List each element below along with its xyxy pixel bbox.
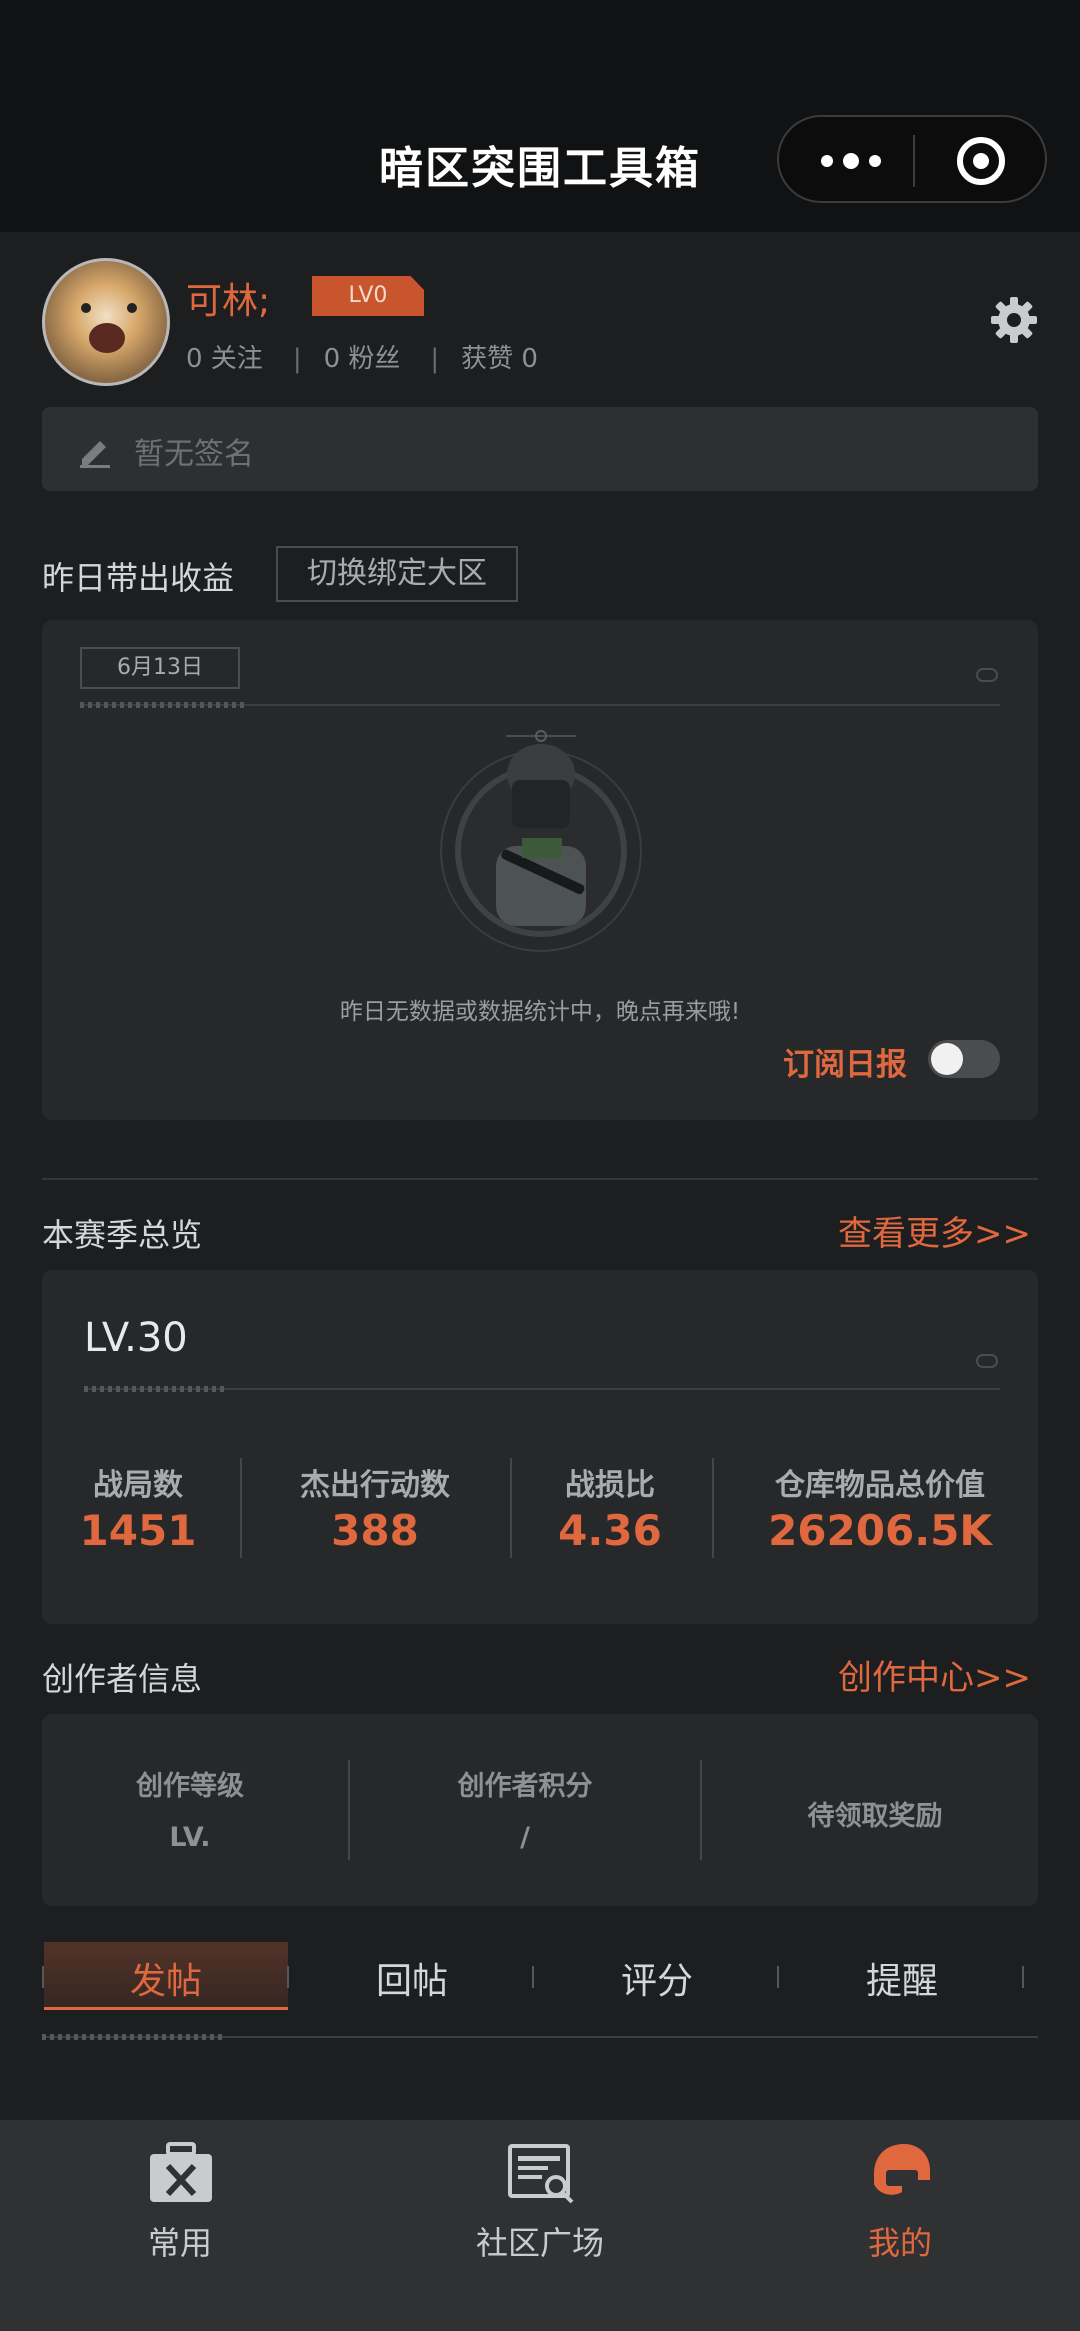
hatch-decoration	[42, 2034, 226, 2040]
stat-label-matches: 战局数	[93, 1468, 183, 1503]
tab-rating[interactable]: 评分	[535, 1952, 779, 2004]
avatar-mouth	[89, 323, 125, 353]
avatar-eye-left	[81, 303, 91, 313]
following-count[interactable]: 0 关注	[186, 344, 263, 374]
season-level: LV.30	[84, 1315, 188, 1361]
nav-label-community[interactable]: 社区广场	[410, 2218, 670, 2264]
subscribe-daily-label: 订阅日报	[783, 1047, 907, 1083]
decor-toggle-icon	[976, 668, 998, 682]
stat-value-kd: 4.36	[558, 1506, 662, 1555]
tab-post[interactable]: 发帖	[44, 1952, 288, 2004]
section-separator	[42, 1178, 1038, 1180]
fans-count[interactable]: 0 粉丝	[324, 344, 401, 374]
creator-center-link[interactable]: 创作中心>>	[838, 1650, 1031, 1699]
season-overview-card	[42, 1270, 1038, 1624]
stat-divider	[712, 1458, 714, 1558]
creator-info-title: 创作者信息	[42, 1660, 203, 1698]
tab-reminder[interactable]: 提醒	[780, 1952, 1024, 2004]
avatar[interactable]	[42, 258, 170, 386]
signature-field[interactable]: 暂无签名	[42, 407, 1038, 491]
creator-points-label: 创作者积分	[457, 1771, 593, 1802]
view-more-link[interactable]: 查看更多>>	[838, 1206, 1031, 1255]
stat-divider	[240, 1458, 242, 1558]
stat-label-kd: 战损比	[565, 1468, 655, 1503]
more-icon[interactable]	[821, 153, 881, 169]
pending-reward-label[interactable]: 待领取奖励	[740, 1794, 1010, 1833]
stat-divider	[510, 1458, 512, 1558]
capsule-divider	[913, 135, 915, 187]
creator-points-value: /	[520, 1822, 530, 1853]
stat-value-warehouse: 26206.5K	[768, 1506, 992, 1555]
username[interactable]: 可林;	[186, 272, 270, 324]
creator-level-label: 创作等级	[136, 1771, 244, 1802]
avatar-eye-right	[127, 303, 137, 313]
tab-tick	[777, 1966, 779, 1988]
yesterday-income-title: 昨日带出收益	[42, 559, 235, 597]
nav-label-common[interactable]: 常用	[50, 2218, 310, 2264]
stat-label-warehouse: 仓库物品总价值	[775, 1468, 985, 1503]
hatch-decoration	[80, 702, 248, 708]
settings-gear-icon[interactable]	[990, 296, 1038, 344]
switch-region-button[interactable]: 切换绑定大区	[276, 546, 518, 602]
divider: |	[292, 344, 302, 374]
close-target-icon[interactable]	[957, 137, 1005, 185]
empty-data-text: 昨日无数据或数据统计中，晚点再来哦!	[339, 999, 741, 1025]
decor-toggle-icon	[976, 1354, 998, 1368]
season-overview-title: 本赛季总览	[42, 1216, 203, 1254]
tab-tick	[287, 1966, 289, 1988]
likes-count: 获赞 0	[461, 344, 538, 374]
miniprogram-capsule	[777, 115, 1047, 203]
subscribe-daily-toggle[interactable]	[928, 1040, 1000, 1078]
follow-stats: 0 关注 | 0 粉丝 | 获赞 0	[186, 338, 546, 375]
edit-pen-icon	[80, 441, 110, 468]
hatch-decoration	[84, 1386, 228, 1392]
signature-placeholder: 暂无签名	[134, 437, 254, 472]
toolbox-icon[interactable]	[146, 2142, 216, 2206]
stat-value-matches: 1451	[79, 1506, 197, 1555]
divider: |	[430, 344, 440, 374]
tab-reply[interactable]: 回帖	[290, 1952, 534, 2004]
community-icon[interactable]	[506, 2142, 576, 2206]
soldier-illustration	[440, 730, 642, 952]
nav-label-mine[interactable]: 我的	[770, 2218, 1030, 2264]
creator-divider	[700, 1760, 702, 1860]
creator-level-value: LV.	[169, 1822, 211, 1853]
creator-divider	[348, 1760, 350, 1860]
stat-value-outstanding: 388	[331, 1506, 419, 1555]
stat-label-outstanding: 杰出行动数	[300, 1468, 450, 1503]
level-badge: LV0	[312, 276, 424, 316]
date-tag: 6月13日	[80, 647, 240, 689]
tab-tick	[532, 1966, 534, 1988]
helmet-icon[interactable]	[866, 2140, 936, 2204]
tab-tick	[1022, 1966, 1024, 1988]
